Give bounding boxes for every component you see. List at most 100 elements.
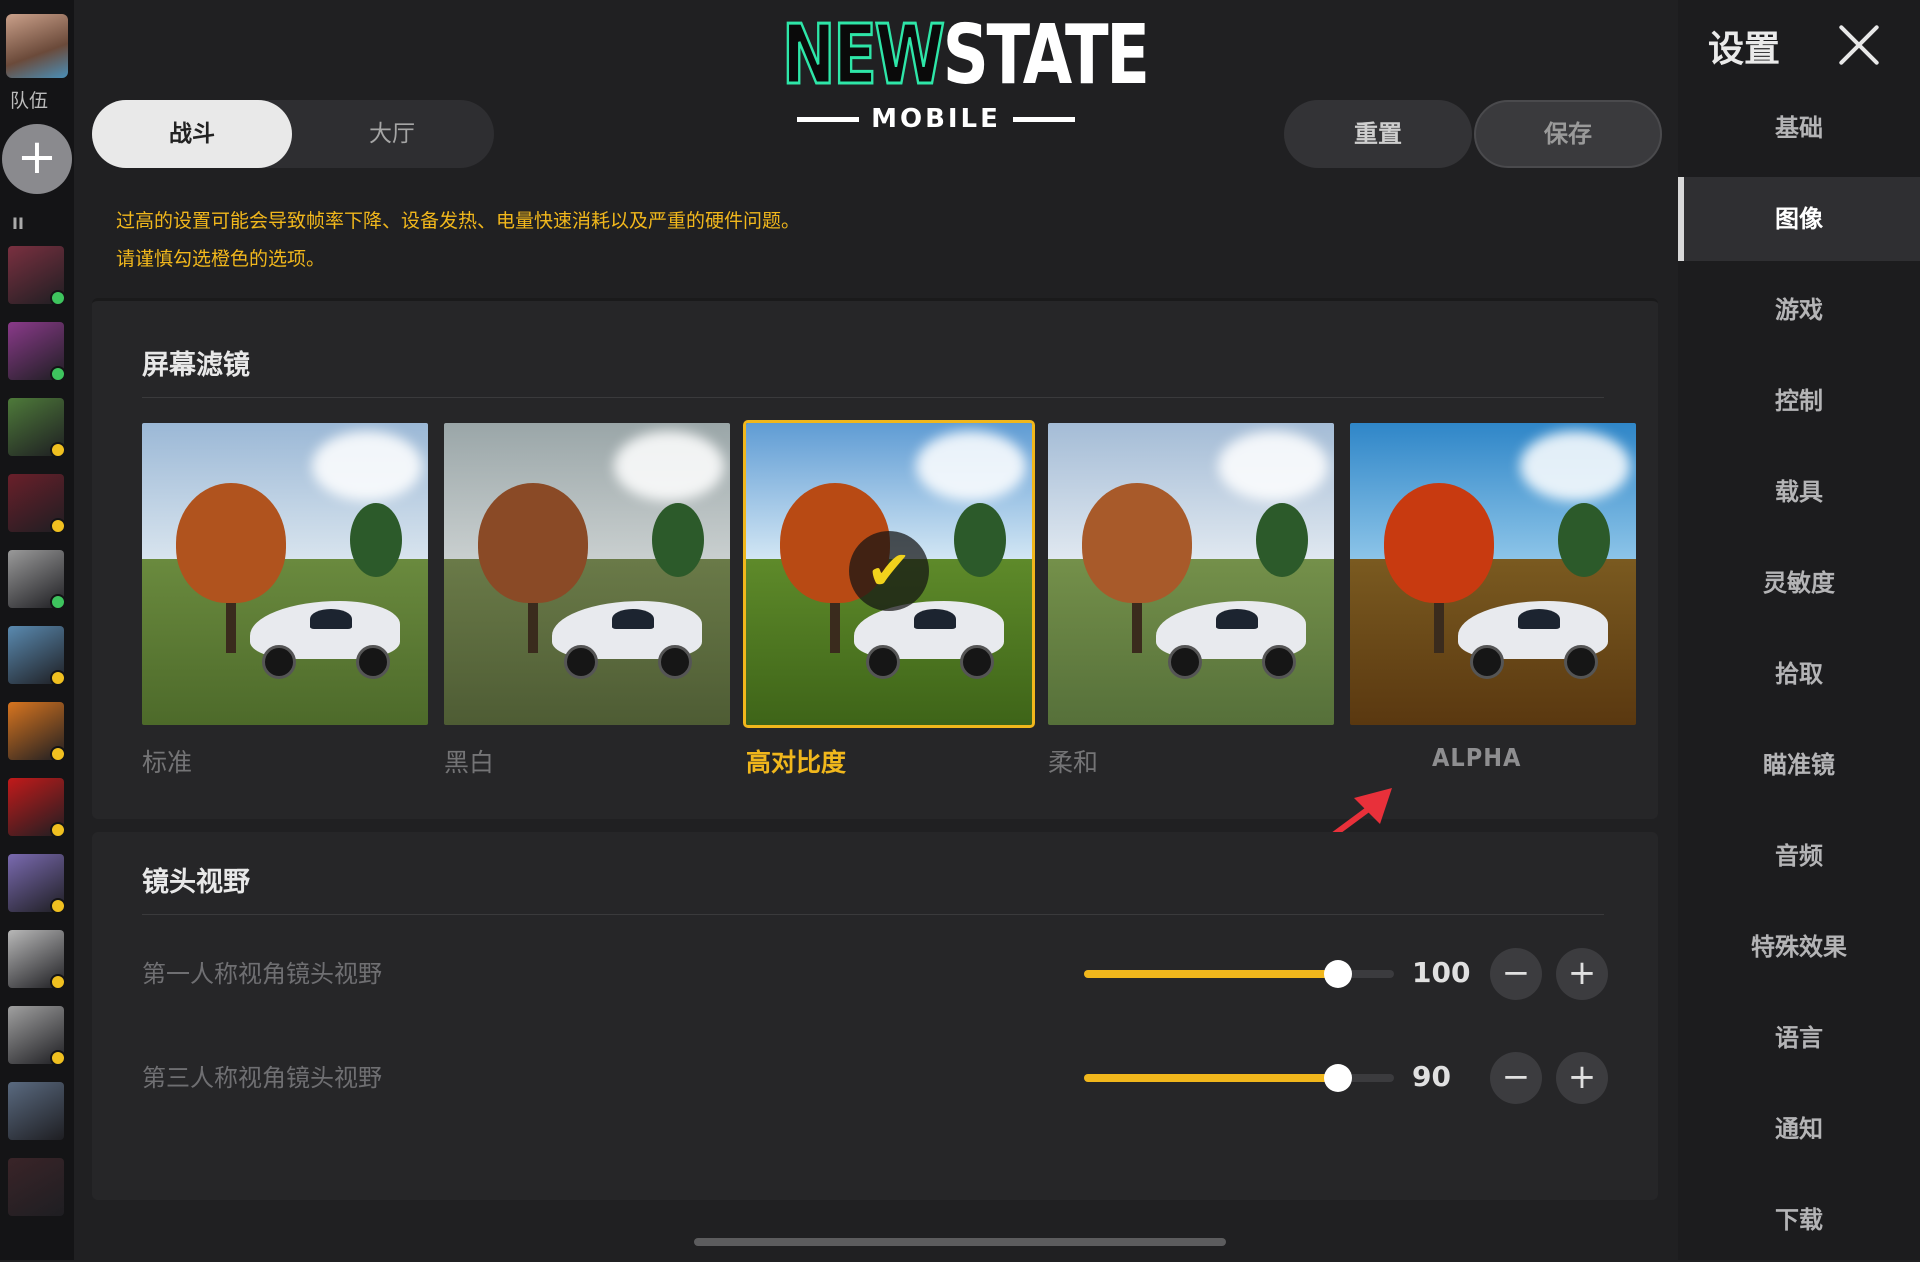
friend-avatar[interactable] xyxy=(8,474,66,534)
filter-option-alpha[interactable] xyxy=(1350,423,1636,725)
online-status-dot xyxy=(50,670,66,686)
third-person-fov-slider[interactable] xyxy=(1084,1064,1394,1092)
sidebar-item-1[interactable]: 图像 xyxy=(1678,177,1920,261)
friend-avatar[interactable] xyxy=(8,626,66,686)
filter-label-contrast: 高对比度 xyxy=(746,748,847,777)
preview-tree-small xyxy=(954,503,1006,577)
online-status-dot xyxy=(50,442,66,458)
tab-lobby[interactable]: 大厅 xyxy=(292,100,492,168)
preview-cloud xyxy=(1218,431,1328,501)
preview-wheel xyxy=(658,645,692,679)
sidebar-item-9[interactable]: 特殊效果 xyxy=(1678,905,1920,989)
add-friend-button[interactable]: + xyxy=(2,124,72,194)
sidebar-item-4[interactable]: 载具 xyxy=(1678,450,1920,534)
filter-preview-image xyxy=(444,423,730,725)
online-status-dot xyxy=(50,974,66,990)
tab-battle[interactable]: 战斗 xyxy=(92,100,292,168)
sidebar-item-5[interactable]: 灵敏度 xyxy=(1678,541,1920,625)
online-status-dot xyxy=(50,898,66,914)
plus-icon: + xyxy=(1567,1057,1597,1097)
filter-option-standard[interactable] xyxy=(142,423,428,725)
filter-preview-image xyxy=(1048,423,1334,725)
preview-tree-small xyxy=(1256,503,1308,577)
team-avatar[interactable] xyxy=(6,14,68,78)
preview-tree-small xyxy=(652,503,704,577)
friend-avatar[interactable] xyxy=(8,1158,64,1216)
filter-label-alpha: ALPHA xyxy=(1432,743,1522,772)
preview-wheel xyxy=(1168,645,1202,679)
preview-tree xyxy=(176,483,286,603)
plus-icon: + xyxy=(16,129,58,185)
preview-wheel xyxy=(1470,645,1504,679)
sidebar-item-12[interactable]: 下载 xyxy=(1678,1178,1920,1262)
sidebar-item-11[interactable]: 通知 xyxy=(1678,1087,1920,1171)
slider-thumb[interactable] xyxy=(1324,960,1353,988)
home-indicator xyxy=(694,1238,1226,1246)
warning-line-1: 过高的设置可能会导致帧率下降、设备发热、电量快速消耗以及严重的硬件问题。 xyxy=(116,210,801,232)
friend-avatar[interactable] xyxy=(8,1006,66,1066)
logo-new: NEW xyxy=(781,7,946,105)
filter-option-muted[interactable] xyxy=(444,423,730,725)
online-status-dot xyxy=(50,746,66,762)
online-status-dot xyxy=(50,1050,66,1066)
sidebar-item-3[interactable]: 控制 xyxy=(1678,359,1920,443)
pause-icon[interactable]: II xyxy=(12,214,24,233)
logo-state: STATE xyxy=(942,8,1150,103)
preview-tree xyxy=(1384,483,1494,603)
preview-wheel xyxy=(1262,645,1296,679)
slider-fill xyxy=(1084,1074,1339,1082)
friend-avatar[interactable] xyxy=(8,550,66,610)
filter-label-muted: 黑白 xyxy=(444,748,495,777)
friend-avatar[interactable] xyxy=(8,322,66,382)
plus-icon: + xyxy=(1567,953,1597,993)
sidebar-item-7[interactable]: 瞄准镜 xyxy=(1678,723,1920,807)
sidebar-item-2[interactable]: 游戏 xyxy=(1678,268,1920,352)
divider xyxy=(142,397,1604,398)
sidebar-item-10[interactable]: 语言 xyxy=(1678,996,1920,1080)
friend-avatar[interactable] xyxy=(8,1082,64,1140)
fov-title: 镜头视野 xyxy=(142,867,250,898)
friends-column: 队伍 + II xyxy=(0,0,74,1260)
warning-line-2: 请谨慎勾选橙色的选项。 xyxy=(116,248,326,270)
warning-text: 过高的设置可能会导致帧率下降、设备发热、电量快速消耗以及严重的硬件问题。 请谨慎… xyxy=(116,202,800,278)
screen-filter-title: 屏幕滤镜 xyxy=(142,350,250,381)
third-person-fov-value: 90 xyxy=(1412,1060,1451,1093)
friend-avatar[interactable] xyxy=(8,930,66,990)
filter-option-contrast[interactable]: ✔ xyxy=(743,420,1035,728)
sidebar-item-0[interactable]: 基础 xyxy=(1678,86,1920,170)
sidebar-item-6[interactable]: 拾取 xyxy=(1678,632,1920,716)
reset-button[interactable]: 重置 xyxy=(1284,100,1472,168)
online-status-dot xyxy=(50,594,66,610)
save-button[interactable]: 保存 xyxy=(1474,100,1662,168)
first-person-fov-label: 第一人称视角镜头视野 xyxy=(142,960,382,988)
third-person-fov-increase-button[interactable]: + xyxy=(1556,1052,1608,1104)
preview-tree-small xyxy=(350,503,402,577)
filter-label-standard: 标准 xyxy=(142,748,193,777)
settings-title: 设置 xyxy=(1708,29,1781,70)
preview-wheel xyxy=(960,645,994,679)
third-person-fov-decrease-button[interactable]: − xyxy=(1490,1052,1542,1104)
logo-title: NEWSTATE xyxy=(781,7,1150,105)
third-person-fov-label: 第三人称视角镜头视野 xyxy=(142,1064,382,1092)
first-person-fov-slider[interactable] xyxy=(1084,960,1394,988)
friend-avatar[interactable] xyxy=(8,398,66,458)
preview-cloud xyxy=(916,431,1026,501)
first-person-fov-decrease-button[interactable]: − xyxy=(1490,948,1542,1000)
friend-avatar[interactable] xyxy=(8,854,66,914)
filter-label-soft: 柔和 xyxy=(1048,748,1099,777)
close-icon[interactable] xyxy=(1836,22,1882,68)
game-logo: NEWSTATE MOBILE xyxy=(780,7,1150,135)
slider-thumb[interactable] xyxy=(1324,1064,1353,1092)
filter-option-soft[interactable] xyxy=(1048,423,1334,725)
online-status-dot xyxy=(50,822,66,838)
friend-avatar[interactable] xyxy=(8,702,66,762)
friend-avatar[interactable] xyxy=(8,246,66,306)
preview-tree-small xyxy=(1558,503,1610,577)
team-label: 队伍 xyxy=(10,90,49,112)
divider xyxy=(142,914,1604,915)
first-person-fov-increase-button[interactable]: + xyxy=(1556,948,1608,1000)
friend-avatar[interactable] xyxy=(8,778,66,838)
preview-wheel xyxy=(262,645,296,679)
sidebar-item-8[interactable]: 音频 xyxy=(1678,814,1920,898)
preview-cloud xyxy=(1520,431,1630,501)
